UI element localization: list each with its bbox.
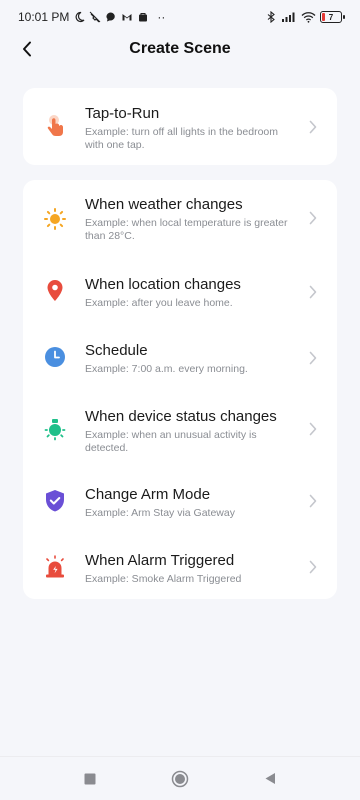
moon-icon [75, 11, 85, 23]
chevron-right-icon [307, 493, 319, 509]
automation-card: When weather changes Example: when local… [23, 180, 337, 599]
weather-change-text: When weather changes Example: when local… [85, 196, 299, 243]
sun-icon [43, 207, 67, 231]
gmail-icon [122, 14, 132, 21]
arm-mode-title: Change Arm Mode [85, 486, 211, 503]
chevron-right-icon [307, 350, 319, 366]
arm-mode-description: Example: Arm Stay via Gateway [85, 507, 235, 519]
back-button[interactable] [14, 36, 40, 62]
status-more: ·· [157, 10, 166, 24]
signal-icon [282, 12, 295, 22]
status-left: 10:01 PM ·· [18, 10, 165, 24]
device-status-title: When device status changes [85, 408, 277, 425]
recent-apps-button[interactable] [80, 769, 100, 789]
location-change-text: When location changes Example: after you… [85, 276, 299, 310]
shield-check-icon [43, 489, 67, 513]
weather-change-title: When weather changes [85, 196, 243, 213]
battery-level: 7 [328, 12, 334, 22]
location-change-description: Example: after you leave home. [85, 297, 233, 309]
schedule-title: Schedule [85, 342, 148, 359]
page-title: Create Scene [129, 40, 231, 57]
status-bar: 10:01 PM ·· 7 [0, 0, 360, 34]
tap-to-run-title: Tap-to-Run [85, 105, 160, 122]
no-call-icon [90, 11, 101, 23]
circle-icon [171, 770, 189, 787]
back-nav-button[interactable] [260, 769, 280, 789]
back-arrow-icon [23, 41, 31, 57]
location-change-row[interactable]: When location changes Example: after you… [23, 262, 337, 322]
header: Create Scene [0, 34, 360, 64]
location-pin-icon [43, 279, 67, 303]
tap-to-run-description: Example: turn off all lights in the bedr… [85, 126, 278, 151]
chevron-right-icon [307, 421, 319, 437]
arm-mode-text: Change Arm Mode Example: Arm Stay via Ga… [85, 486, 299, 520]
status-time: 10:01 PM [18, 10, 70, 24]
tap-to-run-card: Tap-to-Run Example: turn off all lights … [23, 88, 337, 165]
alarm-triggered-title: When Alarm Triggered [85, 552, 235, 569]
tap-to-run-row[interactable]: Tap-to-Run Example: turn off all lights … [23, 88, 337, 165]
arm-mode-row[interactable]: Change Arm Mode Example: Arm Stay via Ga… [23, 472, 337, 532]
schedule-row[interactable]: Schedule Example: 7:00 a.m. every mornin… [23, 328, 337, 388]
tap-to-run-text: Tap-to-Run Example: turn off all lights … [85, 105, 299, 152]
weather-change-row[interactable]: When weather changes Example: when local… [23, 180, 337, 250]
clock-icon [43, 345, 67, 369]
location-change-title: When location changes [85, 276, 241, 293]
battery-icon: 7 [320, 11, 345, 23]
square-icon [84, 773, 96, 784]
chevron-right-icon [307, 210, 319, 226]
bag-icon [139, 13, 148, 22]
schedule-description: Example: 7:00 a.m. every morning. [85, 363, 248, 375]
chevron-right-icon [307, 559, 319, 575]
wifi-icon [301, 12, 316, 23]
system-nav-bar [0, 756, 360, 800]
device-status-text: When device status changes Example: when… [85, 408, 299, 455]
device-status-description: Example: when an unusual activity is det… [85, 429, 257, 454]
status-right: 7 [265, 11, 345, 23]
tap-hand-icon [43, 114, 67, 138]
alarm-triggered-description: Example: Smoke Alarm Triggered [85, 573, 242, 585]
weather-change-description: Example: when local temperature is great… [85, 217, 288, 242]
home-button[interactable] [170, 769, 190, 789]
device-status-icon [43, 417, 67, 441]
chat-icon [106, 12, 116, 22]
bluetooth-icon [267, 11, 275, 23]
device-status-row[interactable]: When device status changes Example: when… [23, 394, 337, 464]
triangle-back-icon [265, 773, 275, 784]
chevron-right-icon [307, 119, 319, 135]
alarm-triggered-text: When Alarm Triggered Example: Smoke Alar… [85, 552, 299, 586]
alarm-siren-icon [43, 555, 67, 579]
schedule-text: Schedule Example: 7:00 a.m. every mornin… [85, 342, 299, 376]
alarm-triggered-row[interactable]: When Alarm Triggered Example: Smoke Alar… [23, 538, 337, 598]
chevron-right-icon [307, 284, 319, 300]
